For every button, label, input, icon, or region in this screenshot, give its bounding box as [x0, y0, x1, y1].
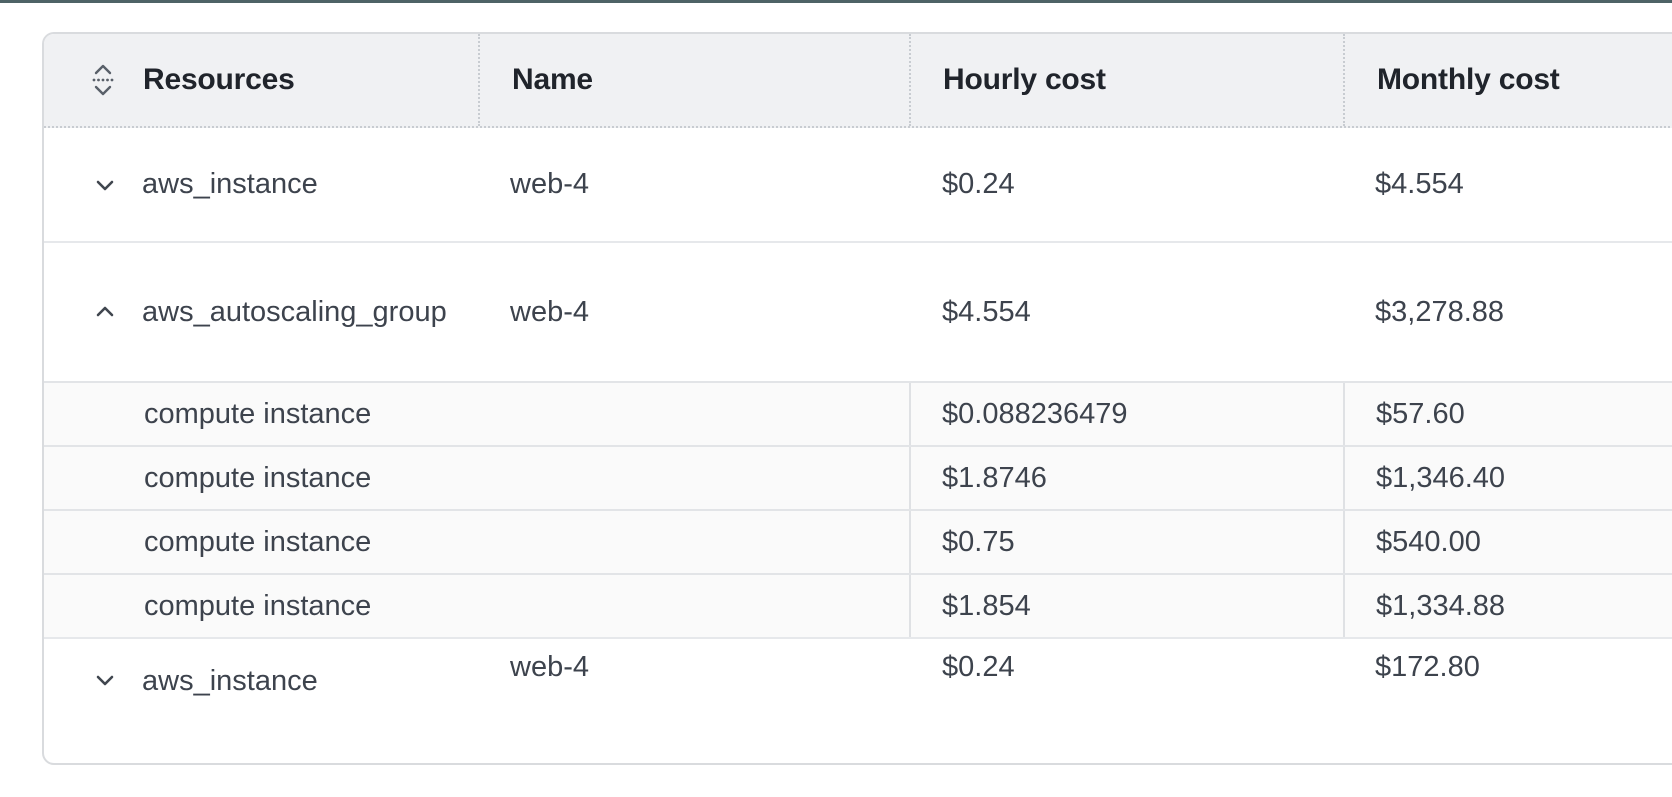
- monthly-cost-value: $57.60: [1376, 398, 1465, 431]
- sort-reorder-icon[interactable]: [89, 62, 117, 98]
- subitem-label-cell: compute instance: [44, 575, 909, 637]
- column-header-label: Hourly cost: [943, 63, 1106, 97]
- hourly-cost-cell: $0.24: [909, 128, 1343, 241]
- hourly-cost-value: $1.8746: [942, 462, 1047, 495]
- top-accent-bar: [0, 0, 1672, 3]
- table-subrow: compute instance $1.854 $1,334.88: [44, 573, 1672, 637]
- monthly-cost-cell: $1,334.88: [1343, 575, 1672, 637]
- subitem-label-cell: compute instance: [44, 447, 909, 509]
- column-header-label: Name: [512, 63, 593, 97]
- resource-name: web-4: [510, 296, 589, 329]
- column-header-monthly-cost: Monthly cost: [1343, 34, 1672, 126]
- resource-type-label: aws_instance: [142, 168, 318, 201]
- subitem-label-cell: compute instance: [44, 383, 909, 445]
- table-row-resource-expanded[interactable]: aws_autoscaling_group web-4 $4.554 $3,27…: [44, 241, 1672, 381]
- monthly-cost-cell: $4.554: [1343, 128, 1672, 241]
- name-cell: web-4: [478, 128, 909, 241]
- hourly-cost-cell: $0.75: [909, 511, 1343, 573]
- name-cell: web-4: [478, 243, 909, 381]
- monthly-cost-value: $1,334.88: [1376, 590, 1505, 623]
- name-cell: web-4: [478, 639, 909, 765]
- subitem-label: compute instance: [144, 526, 371, 559]
- monthly-cost-value: $3,278.88: [1375, 296, 1504, 329]
- hourly-cost-value: $0.088236479: [942, 398, 1127, 431]
- monthly-cost-value: $1,346.40: [1376, 462, 1505, 495]
- monthly-cost-value: $172.80: [1375, 651, 1480, 684]
- subitem-label: compute instance: [144, 590, 371, 623]
- resource-name: web-4: [510, 651, 589, 684]
- table-subrow: compute instance $0.75 $540.00: [44, 509, 1672, 573]
- monthly-cost-value: $540.00: [1376, 526, 1481, 559]
- monthly-cost-value: $4.554: [1375, 168, 1464, 201]
- resource-cell[interactable]: aws_instance: [44, 639, 478, 765]
- table-header-row: Resources Name Hourly cost Monthly cost: [44, 34, 1672, 128]
- resource-cell[interactable]: aws_autoscaling_group: [44, 243, 478, 381]
- resource-type-label: aws_instance: [142, 665, 318, 698]
- chevron-up-icon[interactable]: [90, 297, 120, 327]
- monthly-cost-cell: $1,346.40: [1343, 447, 1672, 509]
- monthly-cost-cell: $57.60: [1343, 383, 1672, 445]
- subitem-label-cell: compute instance: [44, 511, 909, 573]
- hourly-cost-cell: $0.24: [909, 639, 1343, 765]
- subitem-label: compute instance: [144, 462, 371, 495]
- column-header-label: Resources: [143, 63, 295, 97]
- hourly-cost-cell: $4.554: [909, 243, 1343, 381]
- hourly-cost-value: $0.24: [942, 651, 1015, 684]
- resource-cell[interactable]: aws_instance: [44, 128, 478, 241]
- table-row-resource[interactable]: aws_instance web-4 $0.24 $172.80: [44, 637, 1672, 765]
- table-row-resource[interactable]: aws_instance web-4 $0.24 $4.554: [44, 128, 1672, 241]
- hourly-cost-value: $0.75: [942, 526, 1015, 559]
- table-subrow: compute instance $0.088236479 $57.60: [44, 381, 1672, 445]
- table-subrow: compute instance $1.8746 $1,346.40: [44, 445, 1672, 509]
- chevron-down-icon[interactable]: [90, 170, 120, 200]
- hourly-cost-cell: $1.8746: [909, 447, 1343, 509]
- column-header-name: Name: [478, 34, 909, 126]
- hourly-cost-cell: $0.088236479: [909, 383, 1343, 445]
- cost-breakdown-table: Resources Name Hourly cost Monthly cost …: [42, 32, 1672, 765]
- hourly-cost-value: $0.24: [942, 168, 1015, 201]
- column-header-hourly-cost: Hourly cost: [909, 34, 1343, 126]
- resource-type-label: aws_autoscaling_group: [142, 296, 447, 329]
- monthly-cost-cell: $3,278.88: [1343, 243, 1672, 381]
- column-header-label: Monthly cost: [1377, 63, 1560, 97]
- column-header-resources[interactable]: Resources: [44, 34, 478, 126]
- monthly-cost-cell: $172.80: [1343, 639, 1672, 765]
- hourly-cost-value: $4.554: [942, 296, 1031, 329]
- monthly-cost-cell: $540.00: [1343, 511, 1672, 573]
- hourly-cost-value: $1.854: [942, 590, 1031, 623]
- hourly-cost-cell: $1.854: [909, 575, 1343, 637]
- resource-name: web-4: [510, 168, 589, 201]
- chevron-down-icon[interactable]: [90, 665, 120, 695]
- subitem-label: compute instance: [144, 398, 371, 431]
